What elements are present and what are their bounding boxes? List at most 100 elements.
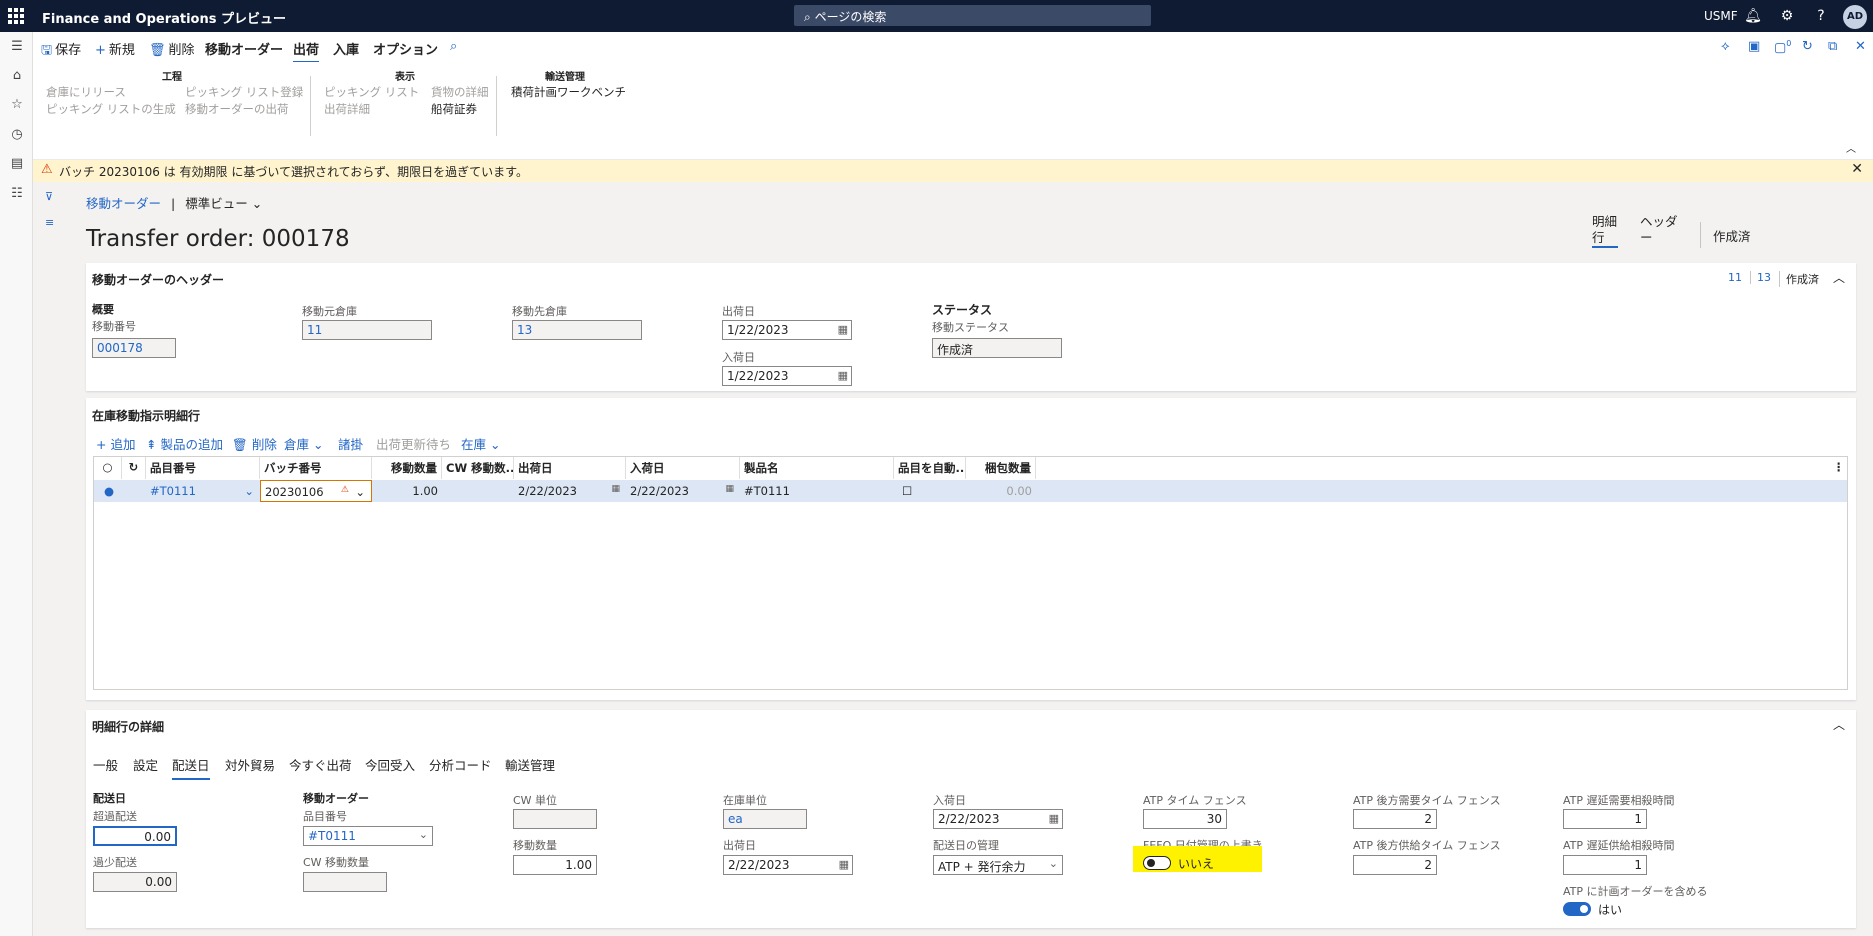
delete-button[interactable]: 🗑︎ 削除 bbox=[149, 39, 195, 58]
chevron-down-icon[interactable]: ⌄ bbox=[1049, 857, 1058, 870]
release-to-warehouse-button[interactable]: 倉庫にリリース bbox=[46, 84, 126, 100]
chevron-down-icon[interactable]: ⌄ bbox=[244, 484, 254, 498]
refresh-icon[interactable]: ↻ bbox=[1802, 39, 1813, 54]
workspace-icon[interactable]: ▤ bbox=[8, 155, 26, 173]
tab-foreign-trade[interactable]: 対外貿易 bbox=[225, 755, 275, 774]
calendar-icon[interactable]: ▦ bbox=[838, 323, 848, 336]
delete-line-button[interactable]: 🗑︎ 削除 bbox=[232, 434, 277, 453]
add-products-button[interactable]: ⇞ 製品の追加 bbox=[146, 434, 223, 453]
filter-icon[interactable]: ⊽ bbox=[45, 190, 53, 203]
ship-date-field[interactable]: 1/22/2023 ▦ bbox=[722, 320, 852, 340]
column-header[interactable]: 入荷日 bbox=[626, 457, 740, 479]
column-header[interactable]: 移動数量 bbox=[372, 457, 442, 479]
tab-financial-dimensions[interactable]: 分析コード bbox=[429, 755, 492, 774]
item-number-field[interactable]: #T0111 ⌄ bbox=[303, 826, 433, 846]
ship-transfer-order-button[interactable]: 移動オーダーの出荷 bbox=[185, 101, 289, 117]
breadcrumb-link[interactable]: 移動オーダー bbox=[86, 196, 161, 211]
calendar-icon[interactable]: ▦ bbox=[725, 484, 734, 494]
over-delivery-field[interactable]: 0.00 bbox=[93, 826, 177, 846]
new-button[interactable]: + 新規 bbox=[95, 39, 135, 58]
receipt-date-field[interactable]: 2/22/2023 ▦ bbox=[933, 809, 1063, 829]
warehouse-menu[interactable]: 倉庫 ⌄ bbox=[284, 434, 323, 453]
column-header[interactable]: 梱包数量 bbox=[966, 457, 1036, 479]
to-warehouse-field[interactable]: 13 bbox=[512, 320, 642, 340]
shipment-details-button[interactable]: 出荷詳細 bbox=[324, 101, 370, 117]
table-row[interactable]: ● #T0111 ⌄ 20230106 ⚠ ⌄ 1.00 2/22/2023 ▦ 2/2… bbox=[94, 480, 1847, 502]
load-planning-workbench-button[interactable]: 積荷計画ワークベンチ bbox=[511, 84, 626, 100]
receipt-date-cell[interactable]: 2/22/2023 ▦ bbox=[626, 480, 740, 502]
atp-include-planned-toggle[interactable] bbox=[1563, 902, 1591, 916]
under-delivery-field[interactable]: 0.00 bbox=[93, 872, 177, 892]
column-header[interactable]: CW 移動数... bbox=[442, 457, 514, 479]
atp-backward-supply-field[interactable]: 2 bbox=[1353, 855, 1437, 875]
app-title[interactable]: Finance and Operations プレビュー bbox=[42, 8, 286, 27]
transfer-qty-field[interactable]: 1.00 bbox=[513, 855, 597, 875]
tab-general[interactable]: 一般 bbox=[93, 755, 118, 774]
tab-delivery[interactable]: 配送日 bbox=[172, 755, 210, 780]
bell-icon[interactable]: 🔔︎ bbox=[1744, 7, 1762, 25]
notifications-icon[interactable]: ▢0 bbox=[1774, 39, 1791, 55]
page-search-input[interactable]: ⌕ ページの検索 bbox=[794, 5, 1151, 26]
column-header[interactable]: 出荷日 bbox=[514, 457, 626, 479]
atp-delayed-demand-field[interactable]: 1 bbox=[1563, 809, 1647, 829]
add-line-button[interactable]: + 追加 bbox=[96, 434, 135, 453]
tab-setup[interactable]: 設定 bbox=[133, 755, 158, 774]
tab-receive[interactable]: 入庫 bbox=[333, 39, 359, 58]
tab-ship[interactable]: 出荷 bbox=[293, 39, 320, 63]
from-warehouse-field[interactable]: 11 bbox=[302, 320, 432, 340]
transfer-status-field[interactable]: 作成済 bbox=[932, 338, 1062, 358]
tab-header[interactable]: ヘッダー bbox=[1640, 214, 1680, 246]
chevron-down-icon[interactable]: ⌄ bbox=[355, 485, 365, 499]
select-all-checkbox[interactable]: ○ bbox=[94, 457, 122, 479]
menu-icon[interactable]: ☰ bbox=[8, 38, 26, 56]
star-icon[interactable]: ☆ bbox=[8, 96, 26, 114]
home-icon[interactable]: ⌂ bbox=[8, 67, 26, 85]
company-picker[interactable]: USMF bbox=[1704, 9, 1738, 23]
collapse-ribbon-icon[interactable]: ︿ bbox=[1846, 140, 1856, 155]
ship-date-cell[interactable]: 2/22/2023 ▦ bbox=[514, 480, 626, 502]
calendar-icon[interactable]: ▦ bbox=[838, 369, 848, 382]
app-launcher-icon[interactable] bbox=[8, 8, 24, 24]
atp-delayed-supply-field[interactable]: 1 bbox=[1563, 855, 1647, 875]
atp-backward-demand-field[interactable]: 2 bbox=[1353, 809, 1437, 829]
collapse-icon[interactable]: ︿ bbox=[1833, 269, 1845, 286]
pending-update-button[interactable]: 出荷更新待ち bbox=[376, 434, 451, 453]
open-new-window-icon[interactable]: ⧉ bbox=[1828, 39, 1837, 54]
column-header[interactable]: 品目を自動... bbox=[894, 457, 966, 479]
batch-number-cell[interactable]: 20230106 ⚠ ⌄ bbox=[260, 480, 372, 502]
pack-qty-cell[interactable]: 0.00 bbox=[966, 480, 1036, 502]
cw-qty-cell[interactable] bbox=[442, 480, 514, 502]
calendar-icon[interactable]: ▦ bbox=[1049, 812, 1059, 825]
list-icon[interactable]: ≡ bbox=[45, 216, 54, 229]
row-selected-checkbox[interactable]: ● bbox=[100, 480, 122, 502]
search-icon[interactable]: ⌕ bbox=[450, 39, 457, 54]
calendar-icon[interactable]: ▦ bbox=[611, 484, 620, 494]
cw-unit-field[interactable] bbox=[513, 809, 597, 829]
tab-transfer-order[interactable]: 移動オーダー bbox=[205, 39, 283, 58]
chevron-down-icon[interactable]: ⌄ bbox=[252, 196, 262, 211]
avatar[interactable]: AD bbox=[1843, 5, 1867, 29]
qty-cell[interactable]: 1.00 bbox=[372, 480, 442, 502]
tab-transportation[interactable]: 輸送管理 bbox=[505, 755, 555, 774]
atp-time-fence-field[interactable]: 30 bbox=[1143, 809, 1227, 829]
clock-icon[interactable]: ◷ bbox=[8, 126, 26, 144]
picking-list-registration-button[interactable]: ピッキング リスト登録 bbox=[185, 84, 303, 100]
calendar-icon[interactable]: ▦ bbox=[839, 858, 849, 871]
fefo-override-toggle[interactable] bbox=[1143, 856, 1171, 870]
tab-receive-now[interactable]: 今回受入 bbox=[365, 755, 415, 774]
view-selector[interactable]: 標準ビュー bbox=[185, 196, 248, 211]
inventory-menu[interactable]: 在庫 ⌄ bbox=[461, 434, 500, 453]
card-title[interactable]: 明細行の詳細 bbox=[92, 718, 164, 735]
office-icon[interactable]: ▣ bbox=[1748, 39, 1760, 54]
ship-date-field[interactable]: 2/22/2023 ▦ bbox=[723, 855, 853, 875]
picking-list-button[interactable]: ピッキング リスト bbox=[324, 84, 419, 100]
card-title[interactable]: 移動オーダーのヘッダー bbox=[92, 271, 224, 288]
load-details-button[interactable]: 貨物の詳細 bbox=[431, 84, 489, 100]
modules-icon[interactable]: ☷ bbox=[8, 185, 26, 203]
order-number-field[interactable]: 000178 bbox=[92, 338, 176, 358]
tab-ship-now[interactable]: 今すぐ出荷 bbox=[289, 755, 352, 774]
bill-of-lading-button[interactable]: 船荷証券 bbox=[431, 101, 477, 117]
close-icon[interactable]: ✕ bbox=[1855, 39, 1866, 54]
cw-qty-field[interactable] bbox=[303, 872, 387, 892]
tab-lines[interactable]: 明細行 bbox=[1592, 214, 1618, 248]
